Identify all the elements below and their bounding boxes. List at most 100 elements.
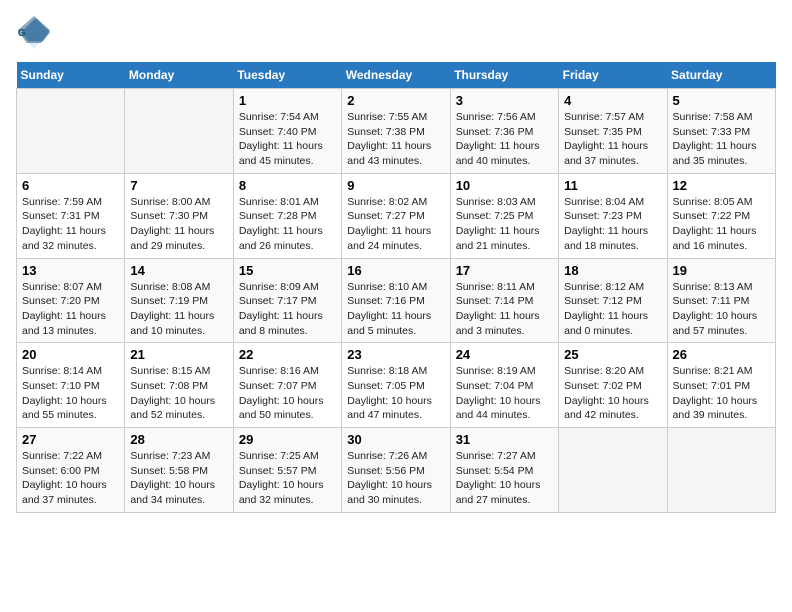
day-cell: 5 Sunrise: 7:58 AM Sunset: 7:33 PM Daylig… [667, 89, 775, 174]
day-number: 14 [130, 263, 227, 278]
day-number: 1 [239, 93, 336, 108]
day-number: 19 [673, 263, 770, 278]
day-number: 22 [239, 347, 336, 362]
day-cell: 11 Sunrise: 8:04 AM Sunset: 7:23 PM Dayli… [559, 173, 667, 258]
week-row-5: 27 Sunrise: 7:22 AM Sunset: 6:00 PM Dayli… [17, 428, 776, 513]
column-header-monday: Monday [125, 62, 233, 89]
day-number: 27 [22, 432, 119, 447]
day-number: 11 [564, 178, 661, 193]
day-cell: 17 Sunrise: 8:11 AM Sunset: 7:14 PM Dayli… [450, 258, 558, 343]
week-row-4: 20 Sunrise: 8:14 AM Sunset: 7:10 PM Dayli… [17, 343, 776, 428]
column-header-wednesday: Wednesday [342, 62, 450, 89]
day-number: 12 [673, 178, 770, 193]
day-number: 16 [347, 263, 444, 278]
day-cell: 2 Sunrise: 7:55 AM Sunset: 7:38 PM Daylig… [342, 89, 450, 174]
day-cell [559, 428, 667, 513]
day-number: 2 [347, 93, 444, 108]
column-header-friday: Friday [559, 62, 667, 89]
day-cell [125, 89, 233, 174]
day-number: 5 [673, 93, 770, 108]
day-number: 23 [347, 347, 444, 362]
column-header-saturday: Saturday [667, 62, 775, 89]
day-cell: 9 Sunrise: 8:02 AM Sunset: 7:27 PM Daylig… [342, 173, 450, 258]
day-info: Sunrise: 7:23 AM Sunset: 5:58 PM Dayligh… [130, 449, 227, 508]
day-info: Sunrise: 7:55 AM Sunset: 7:38 PM Dayligh… [347, 110, 444, 169]
day-cell [667, 428, 775, 513]
day-info: Sunrise: 8:05 AM Sunset: 7:22 PM Dayligh… [673, 195, 770, 254]
day-info: Sunrise: 8:04 AM Sunset: 7:23 PM Dayligh… [564, 195, 661, 254]
day-cell: 4 Sunrise: 7:57 AM Sunset: 7:35 PM Daylig… [559, 89, 667, 174]
day-cell [17, 89, 125, 174]
day-info: Sunrise: 8:20 AM Sunset: 7:02 PM Dayligh… [564, 364, 661, 423]
week-row-2: 6Sunrise: 7:59 AM Sunset: 7:31 PM Daylig… [17, 173, 776, 258]
day-info: Sunrise: 7:58 AM Sunset: 7:33 PM Dayligh… [673, 110, 770, 169]
day-number: 7 [130, 178, 227, 193]
day-cell: 31 Sunrise: 7:27 AM Sunset: 5:54 PM Dayli… [450, 428, 558, 513]
day-number: 30 [347, 432, 444, 447]
day-info: Sunrise: 7:56 AM Sunset: 7:36 PM Dayligh… [456, 110, 553, 169]
day-cell: 19Sunrise: 8:13 AM Sunset: 7:11 PM Dayli… [667, 258, 775, 343]
day-info: Sunrise: 8:10 AM Sunset: 7:16 PM Dayligh… [347, 280, 444, 339]
svg-text:G: G [18, 28, 26, 39]
day-info: Sunrise: 8:09 AM Sunset: 7:17 PM Dayligh… [239, 280, 336, 339]
day-info: Sunrise: 7:27 AM Sunset: 5:54 PM Dayligh… [456, 449, 553, 508]
day-info: Sunrise: 7:26 AM Sunset: 5:56 PM Dayligh… [347, 449, 444, 508]
day-cell: 14 Sunrise: 8:08 AM Sunset: 7:19 PM Dayli… [125, 258, 233, 343]
day-cell: 29 Sunrise: 7:25 AM Sunset: 5:57 PM Dayli… [233, 428, 341, 513]
day-number: 17 [456, 263, 553, 278]
logo-icon: G [16, 16, 52, 52]
day-info: Sunrise: 7:22 AM Sunset: 6:00 PM Dayligh… [22, 449, 119, 508]
day-number: 9 [347, 178, 444, 193]
day-info: Sunrise: 7:25 AM Sunset: 5:57 PM Dayligh… [239, 449, 336, 508]
day-cell: 3Sunrise: 7:56 AM Sunset: 7:36 PM Daylig… [450, 89, 558, 174]
day-number: 20 [22, 347, 119, 362]
day-cell: 27 Sunrise: 7:22 AM Sunset: 6:00 PM Dayli… [17, 428, 125, 513]
day-info: Sunrise: 8:21 AM Sunset: 7:01 PM Dayligh… [673, 364, 770, 423]
day-cell: 22 Sunrise: 8:16 AM Sunset: 7:07 PM Dayli… [233, 343, 341, 428]
day-info: Sunrise: 8:15 AM Sunset: 7:08 PM Dayligh… [130, 364, 227, 423]
day-number: 15 [239, 263, 336, 278]
day-info: Sunrise: 7:54 AM Sunset: 7:40 PM Dayligh… [239, 110, 336, 169]
day-cell: 21 Sunrise: 8:15 AM Sunset: 7:08 PM Dayli… [125, 343, 233, 428]
day-cell: 16 Sunrise: 8:10 AM Sunset: 7:16 PM Dayli… [342, 258, 450, 343]
day-number: 18 [564, 263, 661, 278]
calendar-body: 1 Sunrise: 7:54 AM Sunset: 7:40 PM Daylig… [17, 89, 776, 513]
day-number: 6 [22, 178, 119, 193]
day-info: Sunrise: 7:57 AM Sunset: 7:35 PM Dayligh… [564, 110, 661, 169]
day-cell: 7 Sunrise: 8:00 AM Sunset: 7:30 PM Daylig… [125, 173, 233, 258]
day-cell: 30 Sunrise: 7:26 AM Sunset: 5:56 PM Dayli… [342, 428, 450, 513]
day-cell: 1 Sunrise: 7:54 AM Sunset: 7:40 PM Daylig… [233, 89, 341, 174]
day-info: Sunrise: 8:12 AM Sunset: 7:12 PM Dayligh… [564, 280, 661, 339]
day-number: 29 [239, 432, 336, 447]
calendar-table: SundayMondayTuesdayWednesdayThursdayFrid… [16, 62, 776, 513]
day-number: 10 [456, 178, 553, 193]
day-info: Sunrise: 8:14 AM Sunset: 7:10 PM Dayligh… [22, 364, 119, 423]
day-number: 13 [22, 263, 119, 278]
week-row-3: 13Sunrise: 8:07 AM Sunset: 7:20 PM Dayli… [17, 258, 776, 343]
day-info: Sunrise: 8:02 AM Sunset: 7:27 PM Dayligh… [347, 195, 444, 254]
day-cell: 24Sunrise: 8:19 AM Sunset: 7:04 PM Dayli… [450, 343, 558, 428]
day-cell: 13Sunrise: 8:07 AM Sunset: 7:20 PM Dayli… [17, 258, 125, 343]
day-cell: 25 Sunrise: 8:20 AM Sunset: 7:02 PM Dayli… [559, 343, 667, 428]
day-number: 31 [456, 432, 553, 447]
day-cell: 28 Sunrise: 7:23 AM Sunset: 5:58 PM Dayli… [125, 428, 233, 513]
day-cell: 26 Sunrise: 8:21 AM Sunset: 7:01 PM Dayli… [667, 343, 775, 428]
day-cell: 8Sunrise: 8:01 AM Sunset: 7:28 PM Daylig… [233, 173, 341, 258]
day-info: Sunrise: 8:08 AM Sunset: 7:19 PM Dayligh… [130, 280, 227, 339]
day-number: 24 [456, 347, 553, 362]
day-number: 4 [564, 93, 661, 108]
day-cell: 23Sunrise: 8:18 AM Sunset: 7:05 PM Dayli… [342, 343, 450, 428]
day-info: Sunrise: 8:00 AM Sunset: 7:30 PM Dayligh… [130, 195, 227, 254]
page-header: G [16, 16, 776, 52]
day-info: Sunrise: 8:11 AM Sunset: 7:14 PM Dayligh… [456, 280, 553, 339]
day-number: 26 [673, 347, 770, 362]
day-cell: 10Sunrise: 8:03 AM Sunset: 7:25 PM Dayli… [450, 173, 558, 258]
day-info: Sunrise: 8:16 AM Sunset: 7:07 PM Dayligh… [239, 364, 336, 423]
day-number: 28 [130, 432, 227, 447]
header-row: SundayMondayTuesdayWednesdayThursdayFrid… [17, 62, 776, 89]
day-cell: 6Sunrise: 7:59 AM Sunset: 7:31 PM Daylig… [17, 173, 125, 258]
day-number: 21 [130, 347, 227, 362]
day-cell: 12 Sunrise: 8:05 AM Sunset: 7:22 PM Dayli… [667, 173, 775, 258]
day-number: 8 [239, 178, 336, 193]
day-number: 25 [564, 347, 661, 362]
